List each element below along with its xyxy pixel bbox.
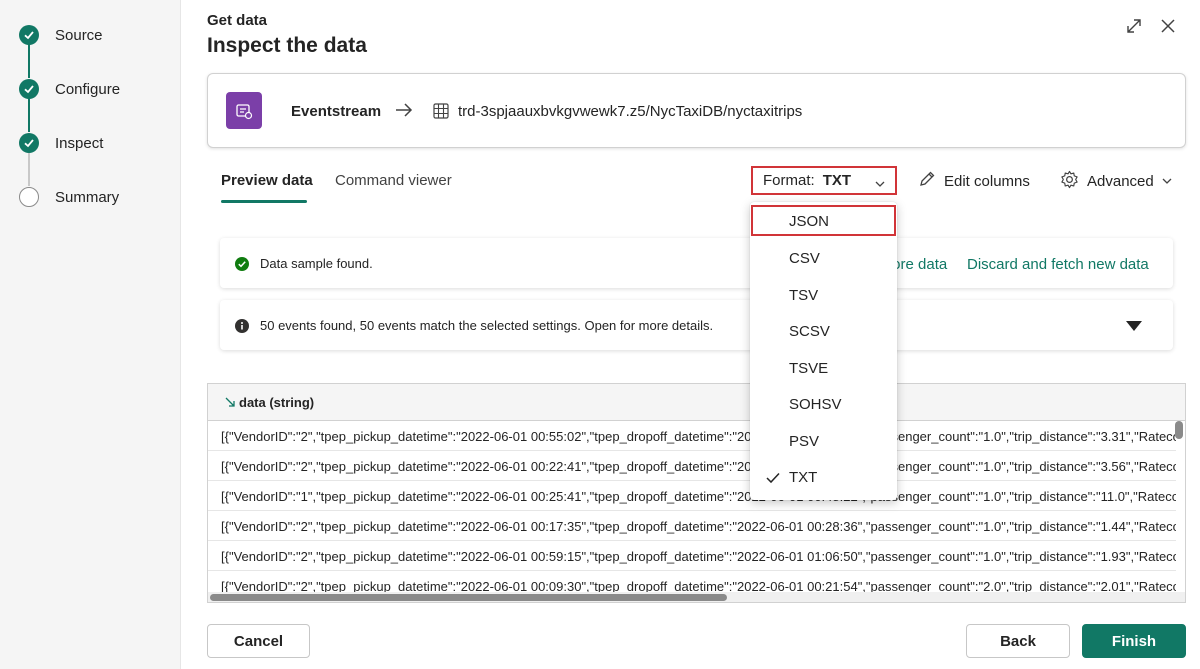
empty-circle-icon <box>19 187 39 207</box>
source-card: Eventstream trd-3spjaauxbvkgvwewk7.z5/Ny… <box>207 73 1186 148</box>
expand-icon[interactable] <box>1124 16 1144 36</box>
table-row[interactable]: [{"VendorID":"2","tpep_pickup_datetime":… <box>208 541 1176 571</box>
step-label: Inspect <box>55 134 104 152</box>
wizard-stepper: Source Configure Inspect Summary <box>0 0 181 669</box>
format-option-sohsv[interactable]: SOHSV <box>750 386 897 422</box>
check-icon <box>19 79 39 99</box>
check-icon <box>19 133 39 153</box>
advanced-button[interactable]: Advanced <box>1060 170 1172 193</box>
option-label: TXT <box>789 469 818 486</box>
format-option-tsv[interactable]: TSV <box>750 277 897 313</box>
info-icon <box>235 319 249 338</box>
format-label: Format: <box>763 172 815 189</box>
advanced-label: Advanced <box>1087 173 1154 190</box>
table-row[interactable]: [{"VendorID":"1","tpep_pickup_datetime":… <box>208 481 1176 511</box>
table-cell: [{"VendorID":"2","tpep_pickup_datetime":… <box>221 519 1176 534</box>
scrollbar-thumb[interactable] <box>1175 421 1183 439</box>
data-sample-banner: Data sample found. Fetch more data Disca… <box>220 238 1173 288</box>
step-summary[interactable]: Summary <box>19 186 119 208</box>
step-source[interactable]: Source <box>19 24 103 46</box>
table-row[interactable]: [{"VendorID":"2","tpep_pickup_datetime":… <box>208 511 1176 541</box>
destination-path: trd-3spjaauxbvkgvwewk7.z5/NycTaxiDB/nyct… <box>458 103 803 120</box>
tab-command-viewer[interactable]: Command viewer <box>335 172 452 189</box>
sample-found-message: Data sample found. <box>260 256 373 271</box>
format-option-scsv[interactable]: SCSV <box>750 313 897 349</box>
option-label: CSV <box>789 250 820 267</box>
chevron-down-icon <box>875 176 885 194</box>
format-value: TXT <box>822 172 852 189</box>
step-connector <box>28 97 30 132</box>
grid-header: data (string) <box>208 384 1185 421</box>
page-title: Inspect the data <box>207 34 367 57</box>
table-row[interactable]: [{"VendorID":"2","tpep_pickup_datetime":… <box>208 451 1176 481</box>
option-label: PSV <box>789 433 820 450</box>
tab-preview-data[interactable]: Preview data <box>221 172 313 189</box>
step-label: Summary <box>55 188 120 206</box>
gear-icon <box>1060 170 1079 193</box>
cancel-button[interactable]: Cancel <box>207 624 310 658</box>
format-option-txt[interactable]: TXT <box>750 459 897 495</box>
eventstream-icon <box>226 92 262 129</box>
option-label: SCSV <box>789 323 830 340</box>
events-found-message: 50 events found, 50 events match the sel… <box>260 318 714 333</box>
vertical-scrollbar[interactable] <box>1175 421 1183 584</box>
scrollbar-thumb[interactable] <box>210 594 727 601</box>
step-connector <box>28 43 30 78</box>
tab-active-indicator <box>221 200 307 203</box>
table-cell: [{"VendorID":"2","tpep_pickup_datetime":… <box>221 549 1176 564</box>
table-cell: [{"VendorID":"2","tpep_pickup_datetime":… <box>221 429 1176 444</box>
finish-button[interactable]: Finish <box>1082 624 1186 658</box>
column-header-data[interactable]: data (string) <box>239 395 314 410</box>
check-icon <box>19 25 39 45</box>
step-label: Configure <box>55 80 121 98</box>
table-icon <box>433 103 449 124</box>
format-menu: JSON CSV TSV SCSV TSVE SOHSV PSV TXT <box>750 202 897 500</box>
arrow-right-icon <box>394 100 414 125</box>
format-option-json[interactable]: JSON <box>751 205 896 236</box>
caret-down-icon[interactable] <box>1126 319 1142 337</box>
dialog-subtitle: Get data <box>207 12 268 29</box>
step-configure[interactable]: Configure <box>19 78 120 100</box>
table-cell: [{"VendorID":"2","tpep_pickup_datetime":… <box>221 459 1176 474</box>
format-option-psv[interactable]: PSV <box>750 423 897 459</box>
option-label: JSON <box>789 213 830 230</box>
option-label: TSVE <box>789 360 829 377</box>
pencil-icon <box>918 170 936 192</box>
edit-columns-label: Edit columns <box>944 172 1030 190</box>
format-dropdown[interactable]: Format: TXT <box>751 166 897 195</box>
source-name: Eventstream <box>291 103 382 120</box>
table-row[interactable]: [{"VendorID":"2","tpep_pickup_datetime":… <box>208 421 1176 451</box>
success-check-icon <box>235 257 249 276</box>
table-cell: [{"VendorID":"1","tpep_pickup_datetime":… <box>221 489 1176 504</box>
chevron-down-icon <box>1162 173 1172 190</box>
format-option-csv[interactable]: CSV <box>750 240 897 276</box>
step-label: Source <box>55 26 103 44</box>
option-label: TSV <box>789 287 819 304</box>
option-label: SOHSV <box>789 396 842 413</box>
close-icon[interactable] <box>1158 16 1178 36</box>
data-preview-grid: data (string) [{"VendorID":"2","tpep_pic… <box>207 383 1186 603</box>
horizontal-scrollbar[interactable] <box>208 592 1185 602</box>
format-option-tsve[interactable]: TSVE <box>750 350 897 386</box>
discard-and-fetch-link[interactable]: Discard and fetch new data <box>967 256 1149 273</box>
step-inspect[interactable]: Inspect <box>19 132 103 154</box>
back-button[interactable]: Back <box>966 624 1070 658</box>
step-connector <box>28 151 30 186</box>
checkmark-icon <box>766 471 780 489</box>
sort-arrow-icon[interactable] <box>224 395 236 413</box>
events-summary-banner[interactable]: 50 events found, 50 events match the sel… <box>220 300 1173 350</box>
edit-columns-button[interactable]: Edit columns <box>918 170 1030 192</box>
